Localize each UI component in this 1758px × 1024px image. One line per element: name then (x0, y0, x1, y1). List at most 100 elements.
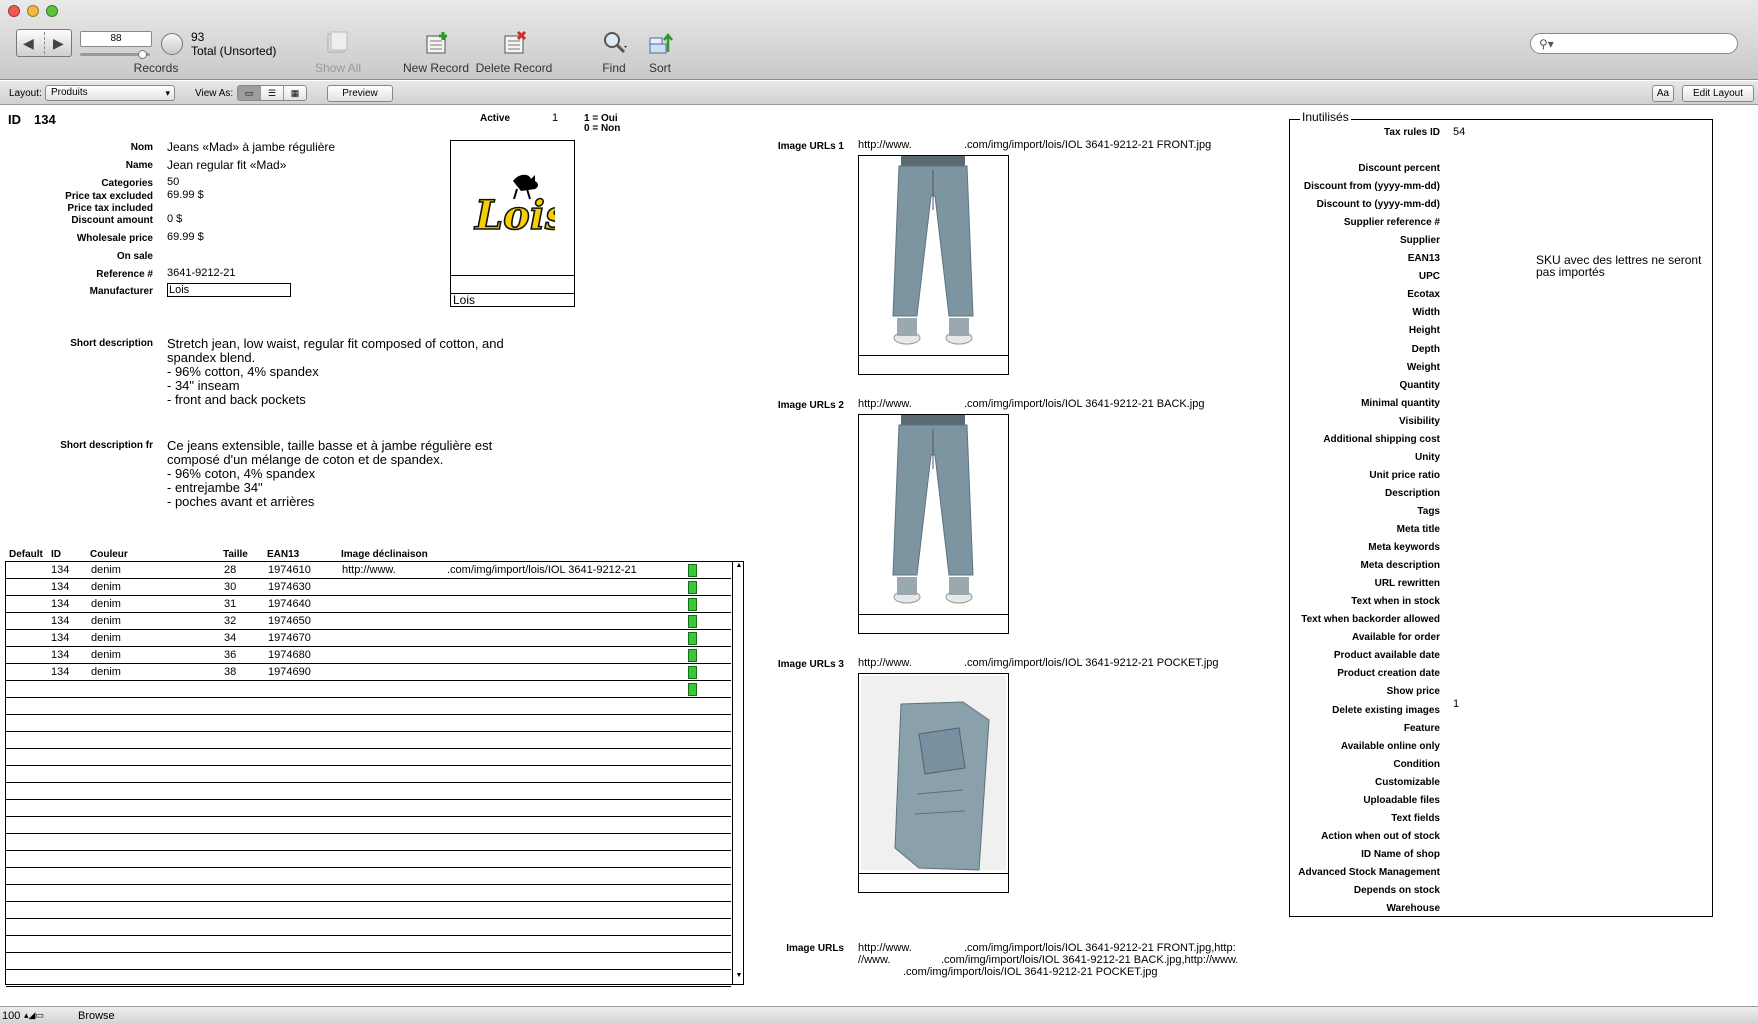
find-button[interactable]: Find (594, 61, 634, 75)
table-row[interactable] (6, 919, 731, 936)
table-row[interactable]: 134 denim 31 1974640 (6, 596, 731, 613)
row-taille[interactable]: 31 (224, 598, 236, 610)
show-all-button[interactable]: Show All (308, 61, 368, 75)
table-row[interactable] (6, 834, 731, 851)
zoom-controls-icon[interactable]: ▴◢▭ (24, 1010, 44, 1021)
row-ean13[interactable]: 1974630 (268, 581, 311, 593)
table-row[interactable] (6, 817, 731, 834)
image-url-field-b[interactable]: .com/img/import/lois/IOL 3641-9212-21 BA… (964, 398, 1204, 410)
field-value[interactable]: Jean regular fit «Mad» (167, 158, 286, 172)
new-record-icon[interactable] (424, 30, 450, 56)
sort-button[interactable]: Sort (642, 61, 678, 75)
prev-record-icon[interactable]: ◀ (23, 35, 34, 52)
table-row[interactable] (6, 783, 731, 800)
record-slider-knob[interactable] (138, 50, 147, 59)
zoom-level[interactable]: 100 (2, 1010, 20, 1022)
row-couleur[interactable]: denim (91, 615, 121, 627)
portal-scrollbar[interactable]: ▲ ▼ (732, 562, 744, 984)
default-indicator-icon[interactable] (688, 581, 697, 594)
mode-indicator[interactable]: Browse (78, 1010, 115, 1022)
table-row[interactable] (6, 885, 731, 902)
image-urls-line1-b[interactable]: .com/img/import/lois/IOL 3641-9212-21 FR… (964, 942, 1236, 954)
table-row[interactable]: 134 denim 32 1974650 (6, 613, 731, 630)
image-urls-line3[interactable]: .com/img/import/lois/IOL 3641-9212-21 PO… (903, 966, 1158, 978)
active-field[interactable]: 1 (552, 112, 558, 124)
row-couleur[interactable]: denim (91, 632, 121, 644)
image-urls-line2-a[interactable]: //www. (858, 954, 890, 966)
delete-record-button[interactable]: Delete Record (474, 61, 554, 75)
table-row[interactable] (6, 970, 731, 987)
row-taille[interactable]: 36 (224, 649, 236, 661)
row-couleur[interactable]: denim (91, 649, 121, 661)
tax-rules-field[interactable]: 54 (1453, 126, 1465, 138)
row-id[interactable]: 134 (51, 564, 69, 576)
table-row[interactable]: 134 denim 36 1974680 (6, 647, 731, 664)
table-row[interactable]: 134 denim 38 1974690 (6, 664, 731, 681)
table-row[interactable] (6, 681, 731, 698)
row-id[interactable]: 134 (51, 666, 69, 678)
row-taille[interactable]: 38 (224, 666, 236, 678)
view-as-segmented[interactable]: ▭ ☰ ▦ (237, 85, 307, 101)
window-zoom-button[interactable] (46, 5, 58, 17)
image-url-field-a[interactable]: http://www. (858, 139, 912, 151)
row-id[interactable]: 134 (51, 581, 69, 593)
row-image-b[interactable]: .com/img/import/lois/IOL 3641-9212-21 (447, 564, 637, 576)
row-taille[interactable]: 34 (224, 632, 236, 644)
table-row[interactable] (6, 953, 731, 970)
scroll-up-icon[interactable]: ▲ (733, 562, 745, 569)
row-id[interactable]: 134 (51, 615, 69, 627)
default-indicator-icon[interactable] (688, 632, 697, 645)
record-slider[interactable] (80, 50, 150, 59)
default-indicator-icon[interactable] (688, 649, 697, 662)
row-taille[interactable]: 28 (224, 564, 236, 576)
new-record-button[interactable]: New Record (400, 61, 472, 75)
list-view-icon[interactable]: ☰ (261, 86, 284, 100)
field-value[interactable]: 69.99 $ (167, 231, 204, 243)
row-id[interactable]: 134 (51, 649, 69, 661)
table-row[interactable] (6, 800, 731, 817)
image-url-field-b[interactable]: .com/img/import/lois/IOL 3641-9212-21 PO… (964, 657, 1219, 669)
text-format-button[interactable]: Aa (1652, 85, 1674, 102)
row-couleur[interactable]: denim (91, 581, 121, 593)
table-row[interactable] (6, 715, 731, 732)
delete-record-icon[interactable] (502, 30, 528, 56)
form-view-icon[interactable]: ▭ (238, 86, 261, 100)
table-row[interactable] (6, 698, 731, 715)
row-ean13[interactable]: 1974650 (268, 615, 311, 627)
sort-icon[interactable] (648, 30, 674, 56)
row-id[interactable]: 134 (51, 632, 69, 644)
row-ean13[interactable]: 1974670 (268, 632, 311, 644)
show-all-icon[interactable] (324, 30, 350, 56)
row-ean13[interactable]: 1974640 (268, 598, 311, 610)
table-row[interactable]: 134 denim 34 1974670 (6, 630, 731, 647)
field-value[interactable]: 3641-9212-21 (167, 267, 236, 279)
next-record-icon[interactable]: ▶ (53, 35, 64, 52)
short-description-fr-field[interactable]: Ce jeans extensible, taille basse et à j… (167, 439, 547, 509)
field-value[interactable]: 69.99 $ (167, 189, 204, 201)
row-taille[interactable]: 30 (224, 581, 236, 593)
delete-existing-images-value[interactable]: 1 (1453, 698, 1459, 710)
default-indicator-icon[interactable] (688, 683, 697, 696)
image-url-field-b[interactable]: .com/img/import/lois/IOL 3641-9212-21 FR… (964, 139, 1211, 151)
field-value[interactable]: Jeans «Mad» à jambe régulière (167, 140, 335, 154)
table-row[interactable] (6, 936, 731, 953)
table-row[interactable] (6, 902, 731, 919)
default-indicator-icon[interactable] (688, 666, 697, 679)
scroll-down-icon[interactable]: ▼ (733, 972, 745, 979)
row-image-a[interactable]: http://www. (342, 564, 396, 576)
default-indicator-icon[interactable] (688, 598, 697, 611)
window-close-button[interactable] (8, 5, 20, 17)
current-record-field[interactable]: 88 (80, 31, 152, 47)
table-row[interactable]: 134 denim 28 1974610 http://www. .com/img/imp… (6, 562, 731, 579)
quick-find-search[interactable]: ⚲▾ (1530, 33, 1738, 54)
table-row[interactable] (6, 766, 731, 783)
table-row[interactable] (6, 749, 731, 766)
row-couleur[interactable]: denim (91, 598, 121, 610)
row-id[interactable]: 134 (51, 598, 69, 610)
short-description-field[interactable]: Stretch jean, low waist, regular fit com… (167, 337, 547, 407)
record-book-navigator[interactable]: ◀ ▶ (16, 29, 72, 57)
layout-select[interactable]: Produits ▾ (45, 85, 175, 101)
image-url-field-a[interactable]: http://www. (858, 657, 912, 669)
row-taille[interactable]: 32 (224, 615, 236, 627)
variants-portal[interactable]: 134 denim 28 1974610 http://www. .com/img/imp… (5, 561, 744, 987)
